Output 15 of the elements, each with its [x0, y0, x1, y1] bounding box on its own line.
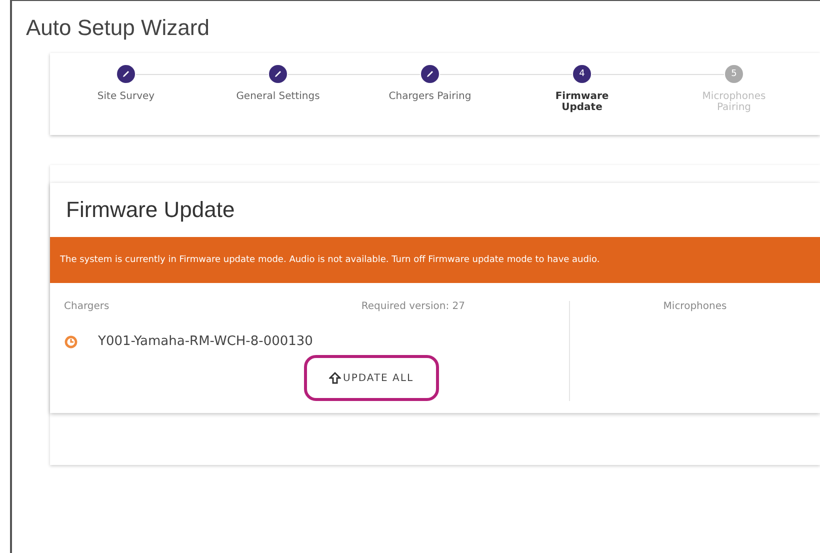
column-heading: Chargers	[64, 301, 110, 312]
step-label[interactable]: Chargers Pairing	[385, 91, 475, 102]
step-number: 5	[725, 65, 743, 83]
update-all-button[interactable]: UPDATE ALL	[304, 355, 439, 401]
step-label[interactable]: Firmware Update	[537, 91, 627, 113]
step-label[interactable]: Site Survey	[81, 91, 171, 102]
step-label[interactable]: General Settings	[233, 91, 323, 102]
window-title: Auto Setup Wizard	[26, 15, 210, 41]
warning-banner: The system is currently in Firmware update mode. Audio is not available. Turn off Firmware update mode to have audio.	[50, 237, 820, 283]
upload-arrow-icon	[329, 372, 341, 384]
section-title: Firmware Update	[66, 197, 236, 223]
required-version: Required version: 27	[361, 301, 465, 312]
step-number: 4	[573, 65, 591, 83]
column-heading: Microphones	[662, 301, 728, 314]
device-name: Y001-Yamaha-RM-WCH-8-000130	[98, 334, 313, 349]
